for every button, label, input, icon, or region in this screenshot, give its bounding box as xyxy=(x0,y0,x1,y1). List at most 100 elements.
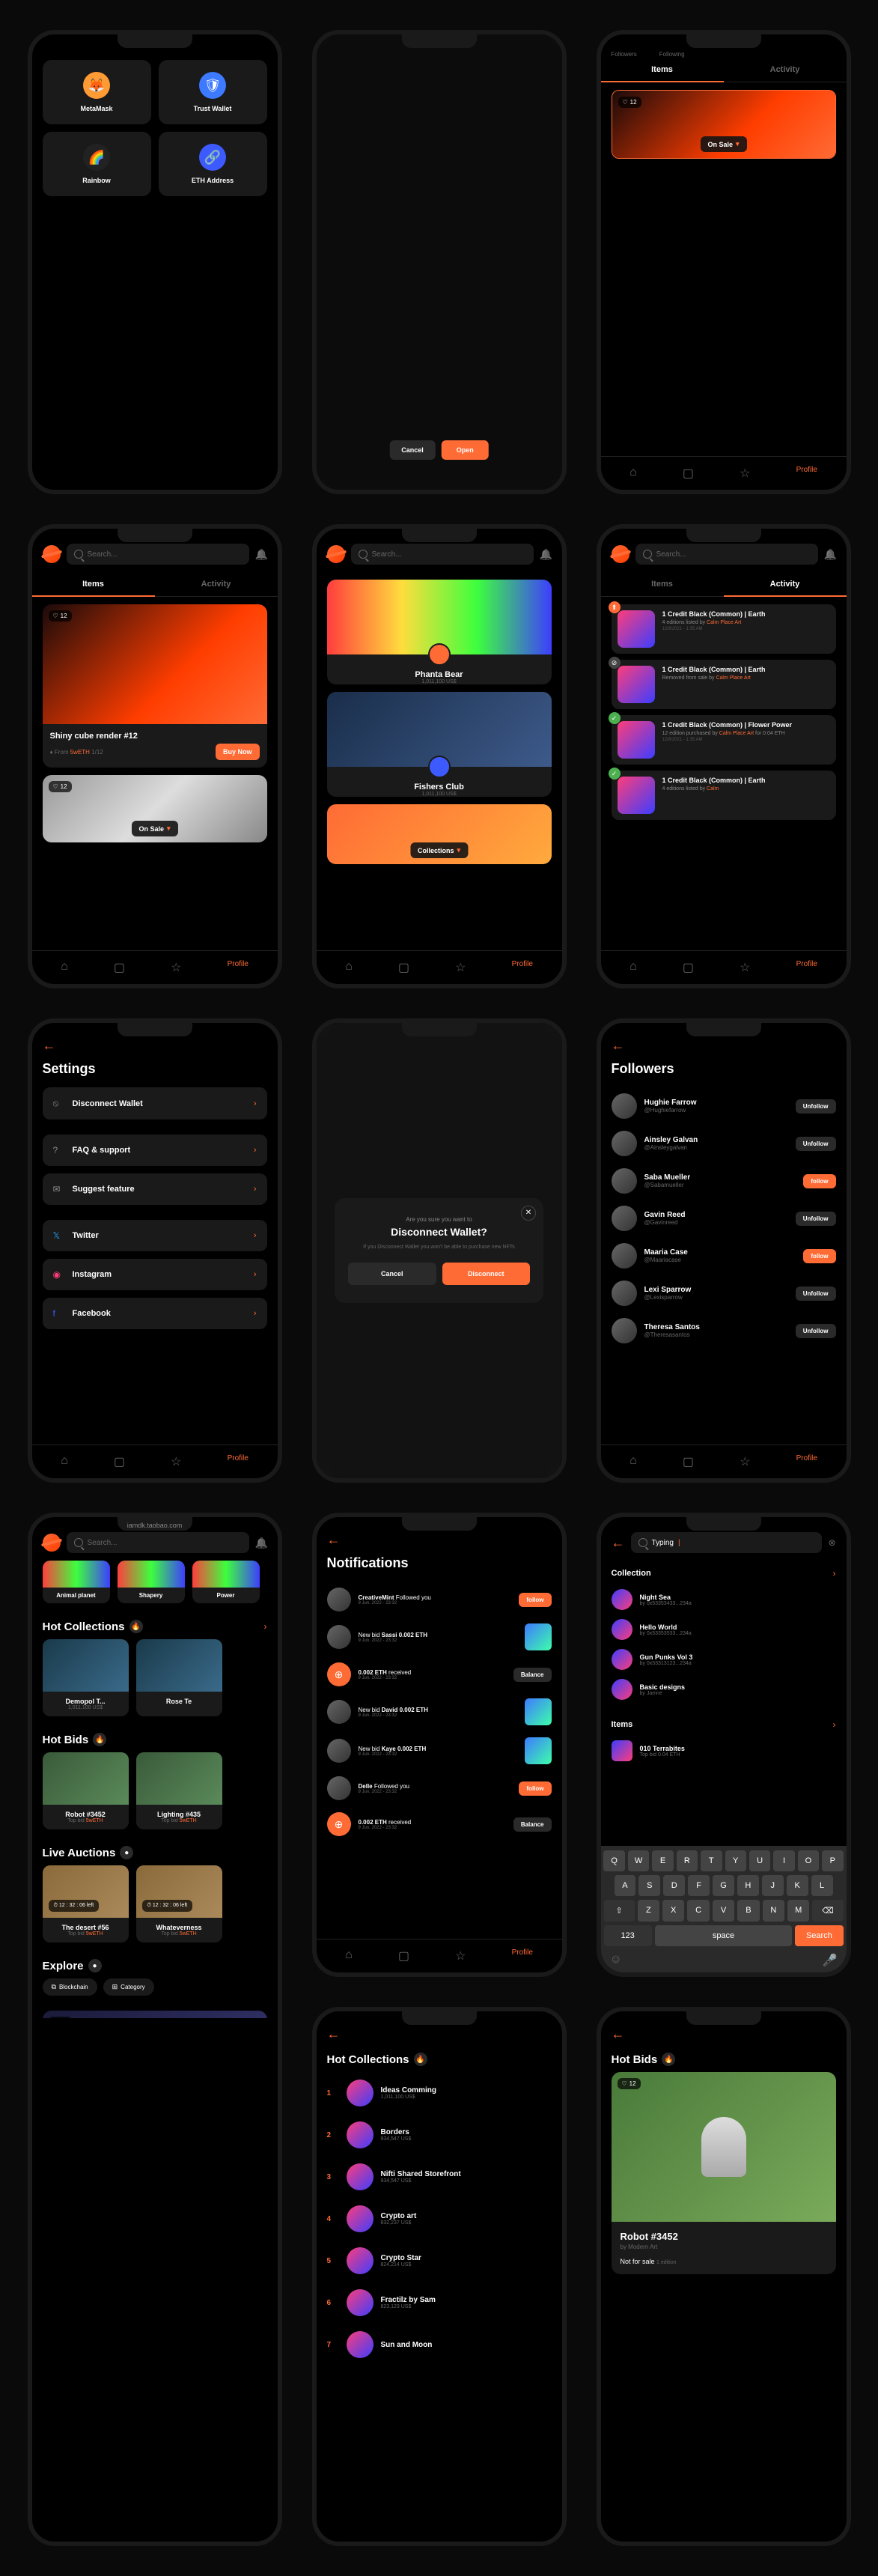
category-card[interactable]: Animal planet xyxy=(43,1561,110,1603)
key-D[interactable]: D xyxy=(663,1875,685,1896)
key-T[interactable]: T xyxy=(701,1850,722,1871)
wallet-eth[interactable]: 🔗ETH Address xyxy=(159,132,267,196)
key-Z[interactable]: Z xyxy=(638,1900,659,1922)
key-H[interactable]: H xyxy=(737,1875,759,1896)
buy-button[interactable]: Buy Now xyxy=(216,744,260,760)
mic-icon[interactable]: 🎤 xyxy=(823,1953,838,1968)
key-P[interactable]: P xyxy=(822,1850,843,1871)
search-result[interactable]: Night Seaby 0x53353433...234a xyxy=(612,1585,836,1614)
collections-pill[interactable]: Collections▾ xyxy=(410,842,468,858)
Balance-button[interactable]: Balance xyxy=(513,1668,552,1682)
search-input[interactable]: Search... xyxy=(67,544,249,565)
settings-row[interactable]: ◉ Instagram › xyxy=(43,1259,267,1290)
nav-image[interactable]: ▢ xyxy=(114,960,125,975)
key-X[interactable]: X xyxy=(662,1900,684,1922)
notification-row[interactable]: New bid David 0.002 ETH9 Jun. 2022 - 23:… xyxy=(317,1692,562,1731)
notification-row[interactable]: New bid Sassi 0.002 ETH9 Jun. 2022 - 23:… xyxy=(317,1617,562,1656)
notification-row[interactable]: New bid Kaye 0.002 ETH9 Jun. 2022 - 23:3… xyxy=(317,1731,562,1770)
unfollow-button[interactable]: Unfollow xyxy=(796,1099,836,1114)
nav-profile[interactable]: Profile xyxy=(228,960,249,975)
notifications-icon[interactable] xyxy=(255,1537,267,1549)
collection-row[interactable]: 7Sun and Moon xyxy=(317,2324,562,2366)
like-badge[interactable]: ♡ 12 xyxy=(49,781,72,792)
nav-profile[interactable]: Profile xyxy=(512,960,533,975)
settings-row[interactable]: f Facebook › xyxy=(43,1298,267,1329)
collection-card[interactable]: Rose Te xyxy=(136,1639,222,1716)
sale-badge[interactable]: On Sale▾ xyxy=(700,136,746,152)
key-V[interactable]: V xyxy=(713,1900,734,1922)
nft-card[interactable]: ♡ 12 Robot #3452 by Modern Art Not for s… xyxy=(612,2072,836,2274)
unfollow-button[interactable]: Unfollow xyxy=(796,1324,836,1338)
notifications-icon[interactable] xyxy=(255,548,267,560)
collection-row[interactable]: 3Nifti Shared Storefront934,547 US$ xyxy=(317,2156,562,2198)
nav-home[interactable]: ⌂ xyxy=(345,960,353,975)
nav-image[interactable]: ▢ xyxy=(683,960,694,975)
avatar[interactable] xyxy=(612,1281,637,1306)
key-L[interactable]: L xyxy=(811,1875,833,1896)
tab-activity[interactable]: Activity xyxy=(724,58,847,82)
key-A[interactable]: A xyxy=(615,1875,636,1896)
nav-home[interactable]: ⌂ xyxy=(61,960,68,975)
key-I[interactable]: I xyxy=(773,1850,794,1871)
nav-profile[interactable]: Profile xyxy=(796,466,817,481)
key-S[interactable]: S xyxy=(638,1875,660,1896)
collection-row[interactable]: 1Ideas Comming1,011,100 US$ xyxy=(317,2072,562,2114)
key-C[interactable]: C xyxy=(687,1900,709,1922)
notification-row[interactable]: Delle Followed you9 Jun. 2022 - 23:32 fo… xyxy=(317,1770,562,1806)
filter-chip[interactable]: ⧉Blockchain xyxy=(43,1978,97,1996)
nav-star[interactable]: ☆ xyxy=(740,1454,750,1469)
key-E[interactable]: E xyxy=(652,1850,673,1871)
key-search[interactable]: Search xyxy=(795,1925,843,1946)
key-O[interactable]: O xyxy=(798,1850,819,1871)
key-shift[interactable]: ⇧ xyxy=(604,1900,635,1922)
wallet-trust[interactable]: 🛡Trust Wallet xyxy=(159,60,267,124)
activity-item[interactable]: ⊘ 1 Credit Black (Common) | Earth Remove… xyxy=(612,660,836,709)
disconnect-button[interactable]: Disconnect xyxy=(442,1263,530,1285)
cancel-button[interactable]: Cancel xyxy=(389,440,436,460)
collection-card[interactable]: Phanta Bear1,011,100 US$ xyxy=(327,580,552,684)
emoji-icon[interactable]: ☺ xyxy=(610,1953,622,1968)
nav-image[interactable]: ▢ xyxy=(683,1454,694,1469)
nft-card[interactable]: ♡ 12 On Sale▾ xyxy=(612,90,836,159)
activity-item[interactable]: ⬆ 1 Credit Black (Common) | Earth 4 edit… xyxy=(612,604,836,654)
key-G[interactable]: G xyxy=(713,1875,734,1896)
tab-items[interactable]: Items xyxy=(601,572,724,596)
nav-profile[interactable]: Profile xyxy=(796,1454,817,1469)
collection-row[interactable]: 5Crypto Star824,214 US$ xyxy=(317,2240,562,2282)
tab-activity[interactable]: Activity xyxy=(155,572,278,596)
nav-image[interactable]: ▢ xyxy=(398,1948,409,1963)
cancel-button[interactable]: Cancel xyxy=(348,1263,436,1285)
settings-row[interactable]: 𝕏 Twitter › xyxy=(43,1220,267,1251)
wallet-rainbow[interactable]: 🌈Rainbow xyxy=(43,132,151,196)
key-F[interactable]: F xyxy=(688,1875,710,1896)
nav-profile[interactable]: Profile xyxy=(228,1454,249,1469)
auction-card[interactable]: ⏱ 12 : 32 : 06 leftThe desert #56Top bid… xyxy=(43,1865,129,1942)
search-result[interactable]: Gun Punks Vol 3by 0x53313123...234a xyxy=(612,1644,836,1674)
follow-button[interactable]: follow xyxy=(803,1174,835,1188)
key-space[interactable]: space xyxy=(655,1925,793,1946)
notification-row[interactable]: CreativeMint Followed you9 Jun. 2022 - 2… xyxy=(317,1582,562,1617)
tab-activity[interactable]: Activity xyxy=(724,572,847,596)
notifications-icon[interactable] xyxy=(824,548,836,560)
auction-card[interactable]: ⏱ 12 : 32 : 06 leftWhatevernessTop bid 5… xyxy=(136,1865,222,1942)
Balance-button[interactable]: Balance xyxy=(513,1817,552,1832)
key-N[interactable]: N xyxy=(763,1900,784,1922)
unfollow-button[interactable]: Unfollow xyxy=(796,1137,836,1151)
notifications-icon[interactable] xyxy=(540,548,552,560)
key-W[interactable]: W xyxy=(628,1850,649,1871)
follow-button[interactable]: follow xyxy=(519,1593,551,1607)
unfollow-button[interactable]: Unfollow xyxy=(796,1287,836,1301)
search-input[interactable]: Typing| xyxy=(631,1532,823,1553)
like-badge[interactable]: ♡ 12 xyxy=(618,97,641,108)
key-B[interactable]: B xyxy=(737,1900,759,1922)
like-badge[interactable]: ♡ 12 xyxy=(618,2078,641,2089)
key-K[interactable]: K xyxy=(787,1875,808,1896)
nft-card[interactable]: ♡ 12On Sale▾ xyxy=(43,775,267,842)
avatar[interactable] xyxy=(612,1131,637,1156)
avatar[interactable] xyxy=(612,1093,637,1119)
key-123[interactable]: 123 xyxy=(604,1925,652,1946)
search-result[interactable]: 010 TerrabitesTop bid 0.04 ETH xyxy=(612,1736,836,1766)
avatar[interactable] xyxy=(612,1168,637,1194)
search-input[interactable]: Search... xyxy=(67,1532,249,1553)
section-more[interactable]: › xyxy=(264,1621,267,1632)
